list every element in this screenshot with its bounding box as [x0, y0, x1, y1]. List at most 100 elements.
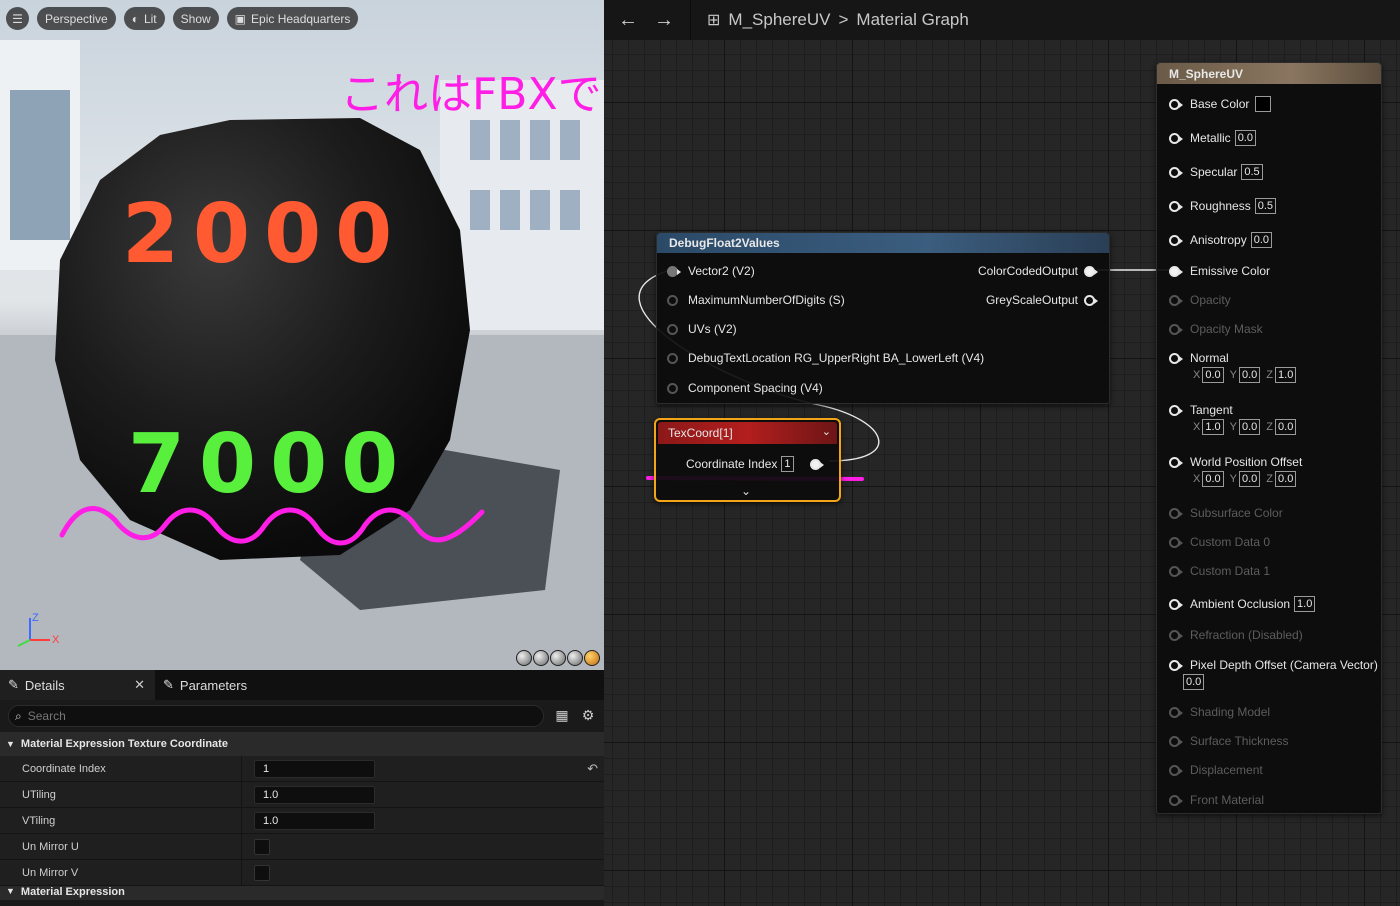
input-pin-row[interactable]: Component Spacing (V4)	[667, 381, 823, 395]
material-graph[interactable]: ← → ⊞ M_SphereUV > Material Graph DebugF…	[604, 0, 1400, 906]
pin-default-value[interactable]: 0.5	[1241, 164, 1263, 180]
material-input-pin[interactable]: Refraction (Disabled)	[1169, 628, 1303, 642]
vector-z-value[interactable]: 0.0	[1275, 419, 1297, 435]
vtiling-input[interactable]: 1.0	[254, 811, 375, 830]
pin-default-value[interactable]: 0.5	[1254, 198, 1277, 214]
material-input-pin[interactable]: Custom Data 1	[1169, 564, 1270, 578]
vector-y-value[interactable]: 0.0	[1238, 367, 1261, 383]
breadcrumb-asset[interactable]: M_SphereUV	[728, 10, 830, 30]
tab-parameters[interactable]: ✎ Parameters	[155, 670, 310, 700]
expand-node-icon[interactable]: ⌄	[741, 484, 751, 498]
vector-y-value[interactable]: 0.0	[1238, 471, 1261, 487]
material-result-node[interactable]: M_SphereUV Base Color Metallic 0.0 Specular…	[1156, 62, 1382, 814]
viewport-menu-button[interactable]: ☰	[6, 7, 29, 30]
cube-preview-icon[interactable]	[567, 650, 583, 666]
axis-x-label: X	[52, 634, 60, 646]
tab-details-label: Details	[24, 677, 65, 693]
level-button[interactable]: ▣ Epic Headquarters	[226, 7, 359, 30]
plane-preview-icon[interactable]	[550, 650, 566, 666]
material-input-pin[interactable]: Subsurface Color	[1169, 506, 1283, 520]
material-input-pin[interactable]: Roughness 0.5	[1169, 198, 1277, 214]
show-button[interactable]: Show	[172, 7, 219, 30]
chevron-down-icon: ▼	[6, 886, 15, 896]
chevron-down-icon[interactable]: ⌄	[822, 425, 831, 438]
utiling-input[interactable]: 1.0	[254, 785, 375, 804]
output-pin-row[interactable]: ColorCodedOutput	[978, 264, 1098, 278]
cylinder-preview-icon[interactable]	[516, 650, 532, 666]
output-pin-row[interactable]: GreyScaleOutput	[986, 293, 1098, 307]
material-input-pin[interactable]: Surface Thickness	[1169, 734, 1289, 748]
sphere-preview-icon[interactable]	[533, 650, 549, 666]
material-input-pin[interactable]: Front Material	[1169, 793, 1264, 807]
reset-to-default-icon[interactable]: ↶	[587, 761, 598, 777]
arrow-left-icon[interactable]: ←	[618, 9, 638, 32]
arrow-right-icon[interactable]: →	[654, 9, 674, 32]
sphere-bottom-number: 7000	[128, 417, 412, 512]
material-input-pin[interactable]: Opacity	[1169, 293, 1231, 307]
category-texture-coordinate[interactable]: ▼ Material Expression Texture Coordinate	[0, 732, 604, 756]
vector-y-value[interactable]: 0.0	[1238, 419, 1261, 435]
texcoord-node[interactable]: TexCoord[1] ⌄ Coordinate Index 1 ⌄	[654, 418, 841, 502]
breadcrumb-separator: >	[838, 10, 849, 29]
coordinate-index-input[interactable]: 1	[254, 759, 375, 778]
teapot-preview-icon[interactable]	[584, 650, 600, 666]
vector-z-value[interactable]: 1.0	[1275, 367, 1297, 383]
lit-button[interactable]: ◐ Lit	[123, 7, 165, 30]
search-icon: ⌕	[15, 708, 22, 723]
material-input-pin[interactable]: Custom Data 0	[1169, 535, 1270, 549]
coordinate-index-value[interactable]: 1	[781, 456, 794, 472]
input-pin-row[interactable]: DebugTextLocation RG_UpperRight BA_Lower…	[667, 351, 984, 365]
debug-float2-node[interactable]: DebugFloat2Values Vector2 (V2) MaximumNu…	[656, 232, 1110, 404]
material-input-pin[interactable]: Metallic 0.0	[1169, 130, 1256, 146]
table-view-icon[interactable]: ▦	[554, 708, 570, 724]
details-search-input[interactable]: ⌕ Search	[8, 705, 544, 727]
vector-x-value[interactable]: 0.0	[1202, 471, 1224, 487]
material-input-pin[interactable]: Anisotropy 0.0	[1169, 232, 1272, 248]
material-input-pin[interactable]: Specular 0.5	[1169, 164, 1263, 180]
pin-label: UVs (V2)	[688, 322, 737, 336]
perspective-button[interactable]: Perspective	[37, 7, 116, 30]
sphere-top-number: 2000	[122, 187, 406, 282]
base-color-swatch[interactable]	[1255, 96, 1272, 112]
axis-label: Z	[1266, 369, 1274, 381]
output-pin-row[interactable]: Coordinate Index 1	[686, 456, 824, 472]
axis-z-label: Z	[32, 612, 39, 624]
vector-x-value[interactable]: 0.0	[1202, 367, 1224, 383]
material-input-pin[interactable]: Displacement	[1169, 763, 1263, 777]
vector-z-value[interactable]: 0.0	[1275, 471, 1297, 487]
pin-default-value[interactable]: 1.0	[1294, 596, 1316, 612]
details-tabs: ✎ Details ✕ ✎ Parameters	[0, 670, 604, 700]
material-input-pin[interactable]: Shading Model	[1169, 705, 1270, 719]
pin-icon	[1169, 794, 1183, 806]
un-mirror-v-checkbox[interactable]	[254, 864, 270, 881]
pin-label: Tangent	[1190, 403, 1233, 417]
pin-label: Front Material	[1190, 793, 1265, 807]
pin-default-value[interactable]: 0.0	[1183, 674, 1205, 690]
un-mirror-u-checkbox[interactable]	[254, 838, 270, 855]
gear-icon[interactable]: ⚙	[580, 708, 596, 724]
input-pin-row[interactable]: MaximumNumberOfDigits (S)	[667, 293, 845, 307]
material-input-pin[interactable]: Opacity Mask	[1169, 322, 1263, 336]
property-name: Coordinate Index	[0, 756, 242, 781]
input-pin-row[interactable]: UVs (V2)	[667, 322, 737, 336]
lit-label: Lit	[143, 11, 157, 26]
material-input-pin[interactable]: Pixel Depth Offset (Camera Vector) 0.0	[1169, 658, 1378, 690]
material-input-pin[interactable]: Ambient Occlusion 1.0	[1169, 596, 1316, 612]
material-input-pin[interactable]: Base Color	[1169, 96, 1272, 112]
material-input-pin[interactable]: World Position Offset X 0.0 Y 0.0 Z 0.0	[1169, 455, 1302, 487]
pin-default-value[interactable]: 0.0	[1234, 130, 1256, 146]
pin-connected-icon	[667, 265, 681, 277]
vector-x-value[interactable]: 1.0	[1202, 419, 1224, 435]
pin-default-value[interactable]: 0.0	[1250, 232, 1272, 248]
material-input-pin[interactable]: Tangent X 1.0 Y 0.0 Z 0.0	[1169, 403, 1297, 435]
material-input-pin[interactable]: Emissive Color	[1169, 264, 1270, 278]
building-windows	[10, 90, 70, 240]
input-pin-row[interactable]: Vector2 (V2)	[667, 264, 755, 278]
pin-icon	[1169, 598, 1183, 610]
property-name: VTiling	[0, 808, 242, 833]
close-icon[interactable]: ✕	[134, 677, 145, 693]
level-viewport[interactable]: 2000 7000 Z X ☰ Perspective ◐ Lit Show ▣…	[0, 0, 604, 670]
tab-details[interactable]: ✎ Details ✕	[0, 670, 155, 700]
category-material-expression[interactable]: ▼ Material Expression	[0, 886, 604, 900]
material-input-pin[interactable]: Normal X 0.0 Y 0.0 Z 1.0	[1169, 351, 1297, 383]
